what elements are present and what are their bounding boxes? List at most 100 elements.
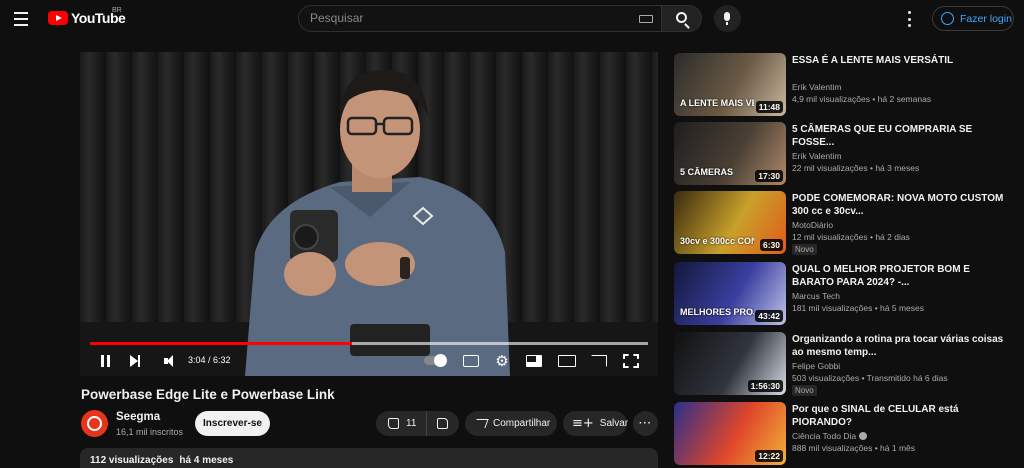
- recommended-channel[interactable]: Ciência Todo Dia: [792, 431, 868, 441]
- recommended-meta: 12 mil visualizações • há 2 dias: [792, 232, 910, 242]
- recommended-channel-name: Marcus Tech: [792, 291, 841, 301]
- progress-bar[interactable]: [90, 342, 648, 345]
- settings-gear-icon[interactable]: [494, 352, 510, 370]
- channel-name[interactable]: Seegma: [116, 411, 160, 423]
- search-icon: [676, 12, 687, 23]
- video-duration: 6:30: [759, 239, 783, 251]
- next-icon[interactable]: [128, 352, 142, 370]
- recommended-video[interactable]: A LENTE MAIS VERSÁTIL 11:48 ESSA É A LEN…: [674, 53, 1014, 117]
- recommended-age: há 1 mês: [880, 443, 916, 453]
- recommended-video[interactable]: 12:22 Por que o SINAL de CELULAR está PI…: [674, 402, 1014, 466]
- save-label: Salvar: [599, 418, 629, 429]
- thumbnail-caption: MELHORES PROJETORES: [680, 307, 754, 317]
- pause-icon[interactable]: [98, 352, 112, 370]
- video-thumbnail[interactable]: 1:56:30: [674, 332, 786, 395]
- recommended-title[interactable]: PODE COMEMORAR: NOVA MOTO CUSTOM 300 cc …: [792, 192, 1007, 218]
- top-bar: YouTube BR Fazer login: [0, 0, 1024, 38]
- recommended-views: 12 mil visualizações: [792, 232, 868, 242]
- subscribe-button[interactable]: Inscrever-se: [195, 411, 270, 436]
- recommended-views: 181 mil visualizações: [792, 303, 873, 313]
- video-thumbnail[interactable]: A LENTE MAIS VERSÁTIL 11:48: [674, 53, 786, 116]
- save-button[interactable]: ≡+ Salvar: [563, 411, 629, 436]
- video-duration: 43:42: [755, 310, 783, 322]
- new-badge: Novo: [792, 244, 817, 255]
- recommended-channel-name: Felipe Gobbi: [792, 361, 841, 371]
- search-button[interactable]: [662, 5, 702, 32]
- thumbnail-caption: 30cv e 300cc CONFIR...: [680, 236, 754, 246]
- search-input[interactable]: [310, 11, 630, 25]
- recommended-channel[interactable]: MotoDiário: [792, 220, 833, 230]
- recommended-video[interactable]: 1:56:30 Organizando a rotina pra tocar v…: [674, 332, 1014, 396]
- recommended-age: Transmitido há 6 dias: [866, 373, 948, 383]
- description-box[interactable]: 112 visualizações há 4 meses: [80, 448, 658, 468]
- like-button[interactable]: 11: [376, 411, 427, 436]
- recommended-channel-name: Ciência Todo Dia: [792, 431, 857, 441]
- search-box: [298, 5, 662, 32]
- miniplayer-icon[interactable]: [526, 352, 542, 370]
- video-duration: 17:30: [755, 170, 783, 182]
- video-thumbnail[interactable]: 5 CÂMERAS 17:30: [674, 122, 786, 185]
- video-title: Powerbase Edge Lite e Powerbase Link: [81, 387, 335, 402]
- recommended-views: 888 mil visualizações: [792, 443, 873, 453]
- recommended-title[interactable]: 5 CÂMERAS QUE EU COMPRARIA SE FOSSE...: [792, 123, 1007, 149]
- progress-played: [90, 342, 353, 345]
- fullscreen-icon[interactable]: [623, 352, 639, 370]
- login-label: Fazer login: [960, 12, 1012, 25]
- recommended-views: 22 mil visualizações: [792, 163, 868, 173]
- recommended-title[interactable]: Por que o SINAL de CELULAR está PIORANDO…: [792, 403, 1007, 429]
- subtitles-icon[interactable]: [463, 352, 479, 370]
- recommended-video[interactable]: MELHORES PROJETORES 43:42 QUAL O MELHOR …: [674, 262, 1014, 326]
- video-thumbnail[interactable]: MELHORES PROJETORES 43:42: [674, 262, 786, 325]
- add-to-playlist-icon: ≡+: [572, 416, 594, 431]
- country-code: BR: [112, 7, 122, 14]
- upload-age: há 4 meses: [179, 455, 234, 466]
- video-player[interactable]: 3:04 / 6:32: [80, 52, 658, 376]
- menu-icon[interactable]: [14, 9, 34, 29]
- cast-icon[interactable]: [590, 352, 608, 370]
- recommended-channel[interactable]: Erik Valentim: [792, 151, 841, 161]
- recommended-meta: 888 mil visualizações • há 1 mês: [792, 443, 915, 453]
- recommended-title[interactable]: ESSA É A LENTE MAIS VERSÁTIL: [792, 54, 1007, 67]
- share-button[interactable]: Compartilhar: [465, 411, 557, 436]
- theater-mode-icon[interactable]: [558, 352, 576, 370]
- share-icon: [473, 419, 489, 428]
- recommended-meta: 503 visualizações • Transmitido há 6 dia…: [792, 373, 948, 383]
- new-badge: Novo: [792, 385, 817, 396]
- recommended-meta: 22 mil visualizações • há 3 meses: [792, 163, 919, 173]
- more-actions-button[interactable]: ···: [633, 411, 658, 436]
- channel-subscriber-count: 16,1 mil inscritos: [116, 427, 184, 437]
- recommended-video[interactable]: 30cv e 300cc CONFIR... 6:30 PODE COMEMOR…: [674, 191, 1014, 255]
- recommended-views: 503 visualizações: [792, 373, 860, 383]
- thumbnail-caption: 5 CÂMERAS: [680, 167, 734, 177]
- channel-avatar[interactable]: [81, 410, 108, 437]
- voice-search-button[interactable]: [714, 5, 741, 32]
- volume-icon[interactable]: [160, 352, 176, 370]
- recommended-age: há 5 meses: [880, 303, 924, 313]
- verified-icon: [859, 432, 868, 440]
- more-horizontal-icon: ···: [639, 418, 652, 429]
- share-label: Compartilhar: [493, 418, 551, 429]
- recommended-title[interactable]: Organizando a rotina pra tocar várias co…: [792, 333, 1007, 359]
- thumbs-down-icon[interactable]: [437, 418, 448, 429]
- recommended-video[interactable]: 5 CÂMERAS 17:30 5 CÂMERAS QUE EU COMPRAR…: [674, 122, 1014, 186]
- video-duration: 11:48: [755, 101, 783, 113]
- recommended-title[interactable]: QUAL O MELHOR PROJETOR BOM E BARATO PARA…: [792, 263, 1007, 289]
- thumbnail-caption: A LENTE MAIS VERSÁTIL: [680, 98, 754, 108]
- video-thumbnail[interactable]: 30cv e 300cc CONFIR... 6:30: [674, 191, 786, 254]
- recommended-channel[interactable]: Felipe Gobbi: [792, 361, 840, 371]
- presenter-image: [80, 69, 658, 376]
- video-thumbnail[interactable]: 12:22: [674, 402, 786, 465]
- video-duration: 12:22: [755, 450, 783, 462]
- keyboard-icon[interactable]: [639, 15, 653, 23]
- more-options-icon[interactable]: [908, 11, 912, 27]
- recommended-channel-name: MotoDiário: [792, 220, 834, 230]
- login-button[interactable]: Fazer login: [932, 6, 1014, 31]
- autoplay-toggle[interactable]: [424, 354, 447, 367]
- recommended-channel[interactable]: Erik Valentim: [792, 82, 841, 92]
- like-dislike-group: 11: [376, 411, 459, 436]
- recommended-age: há 2 semanas: [877, 94, 932, 104]
- view-count: 112 visualizações: [90, 455, 174, 466]
- video-duration: 1:56:30: [747, 380, 783, 392]
- recommended-channel-name: Erik Valentim: [792, 82, 842, 92]
- recommended-channel[interactable]: Marcus Tech: [792, 291, 840, 301]
